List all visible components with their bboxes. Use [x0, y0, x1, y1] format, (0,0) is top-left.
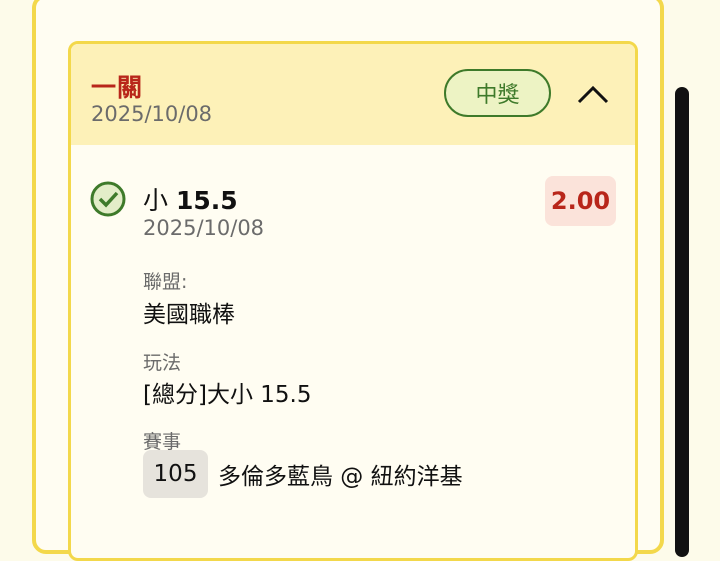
- ticket-type: 一關: [91, 73, 144, 102]
- event-row: 105 多倫多藍鳥 @ 紐約洋基: [143, 450, 463, 498]
- bet-date: 2025/10/08: [143, 216, 265, 240]
- selection-prefix: 小: [143, 186, 169, 215]
- collapse-button[interactable]: [571, 74, 615, 114]
- bet-ticket-card: 一關 2025/10/08 中獎 小 15.5 2025/10/08 2.00 …: [68, 41, 638, 561]
- play-label: 玩法: [143, 352, 182, 374]
- chevron-up-icon: [577, 85, 609, 104]
- bet-selection: 小 15.5: [143, 181, 238, 217]
- odds-badge: 2.00: [545, 176, 616, 226]
- ticket-header[interactable]: 一關 2025/10/08 中獎: [71, 44, 635, 145]
- event-name: 多倫多藍鳥 @ 紐約洋基: [218, 464, 463, 490]
- status-badge: 中獎: [444, 69, 551, 117]
- play-value: [總分]大小 15.5: [143, 382, 312, 408]
- check-circle-icon: [90, 181, 126, 217]
- ticket-date: 2025/10/08: [91, 102, 213, 126]
- selection-line: 15.5: [175, 186, 238, 215]
- league-value: 美國職棒: [143, 302, 235, 328]
- scrollbar[interactable]: [675, 87, 689, 557]
- bet-detail: 小 15.5 2025/10/08 2.00 聯盟: 美國職棒 玩法 [總分]大…: [71, 145, 635, 558]
- league-label: 聯盟:: [143, 271, 188, 293]
- event-number-badge: 105: [143, 450, 208, 498]
